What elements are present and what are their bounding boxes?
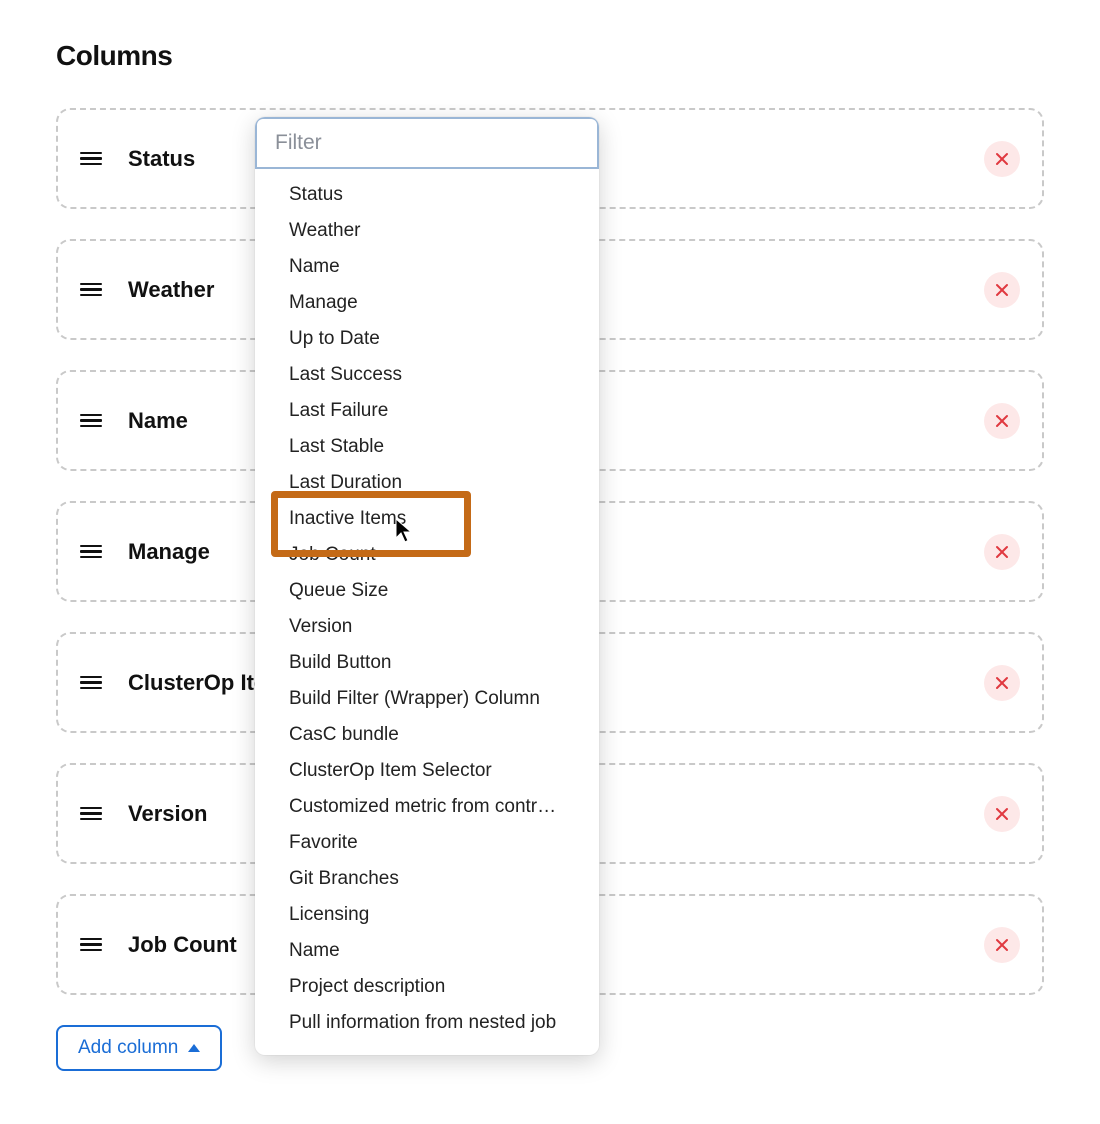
dropdown-option[interactable]: Inactive Items: [255, 501, 599, 537]
remove-column-button[interactable]: [984, 141, 1020, 177]
dropdown-option[interactable]: Job Count: [255, 537, 599, 573]
dropdown-option[interactable]: CasC bundle: [255, 717, 599, 753]
dropdown-option[interactable]: Weather: [255, 213, 599, 249]
dropdown-option[interactable]: Name: [255, 933, 599, 969]
column-row-label: Status: [128, 146, 195, 172]
drag-handle-icon[interactable]: [80, 410, 102, 432]
dropdown-option[interactable]: Git Branches: [255, 861, 599, 897]
column-row-label: Name: [128, 408, 188, 434]
remove-column-button[interactable]: [984, 272, 1020, 308]
dropdown-option[interactable]: Licensing: [255, 897, 599, 933]
remove-column-button[interactable]: [984, 403, 1020, 439]
caret-up-icon: [188, 1044, 200, 1052]
drag-handle-icon[interactable]: [80, 541, 102, 563]
add-column-label: Add column: [78, 1037, 178, 1059]
dropdown-option[interactable]: Name: [255, 249, 599, 285]
remove-column-button[interactable]: [984, 927, 1020, 963]
dropdown-option[interactable]: Last Success: [255, 357, 599, 393]
dropdown-option[interactable]: Queue Size: [255, 573, 599, 609]
dropdown-option[interactable]: Status: [255, 177, 599, 213]
column-row-label: Version: [128, 801, 207, 827]
remove-column-button[interactable]: [984, 665, 1020, 701]
dropdown-option[interactable]: Favorite: [255, 825, 599, 861]
drag-handle-icon[interactable]: [80, 934, 102, 956]
column-dropdown[interactable]: StatusWeatherNameManageUp to DateLast Su…: [255, 117, 599, 1055]
column-row-label: Manage: [128, 539, 210, 565]
section-title: Columns: [56, 40, 1044, 72]
dropdown-option[interactable]: Pull information from nested job: [255, 1005, 599, 1041]
dropdown-filter-input[interactable]: [255, 117, 599, 169]
drag-handle-icon[interactable]: [80, 803, 102, 825]
add-column-button[interactable]: Add column: [56, 1025, 222, 1071]
dropdown-option[interactable]: Last Stable: [255, 429, 599, 465]
column-row-label: Weather: [128, 277, 214, 303]
dropdown-option[interactable]: Last Failure: [255, 393, 599, 429]
dropdown-option[interactable]: Up to Date: [255, 321, 599, 357]
dropdown-option[interactable]: ClusterOp Item Selector: [255, 753, 599, 789]
remove-column-button[interactable]: [984, 534, 1020, 570]
dropdown-option[interactable]: Customized metric from controller: [255, 789, 599, 825]
drag-handle-icon[interactable]: [80, 279, 102, 301]
remove-column-button[interactable]: [984, 796, 1020, 832]
drag-handle-icon[interactable]: [80, 672, 102, 694]
dropdown-option[interactable]: Manage: [255, 285, 599, 321]
dropdown-option[interactable]: Project description: [255, 969, 599, 1005]
dropdown-option-list: StatusWeatherNameManageUp to DateLast Su…: [255, 169, 599, 1055]
column-row-label: Job Count: [128, 932, 237, 958]
dropdown-option[interactable]: Last Duration: [255, 465, 599, 501]
dropdown-option[interactable]: Version: [255, 609, 599, 645]
dropdown-option[interactable]: Build Filter (Wrapper) Column: [255, 681, 599, 717]
dropdown-option[interactable]: Build Button: [255, 645, 599, 681]
drag-handle-icon[interactable]: [80, 148, 102, 170]
